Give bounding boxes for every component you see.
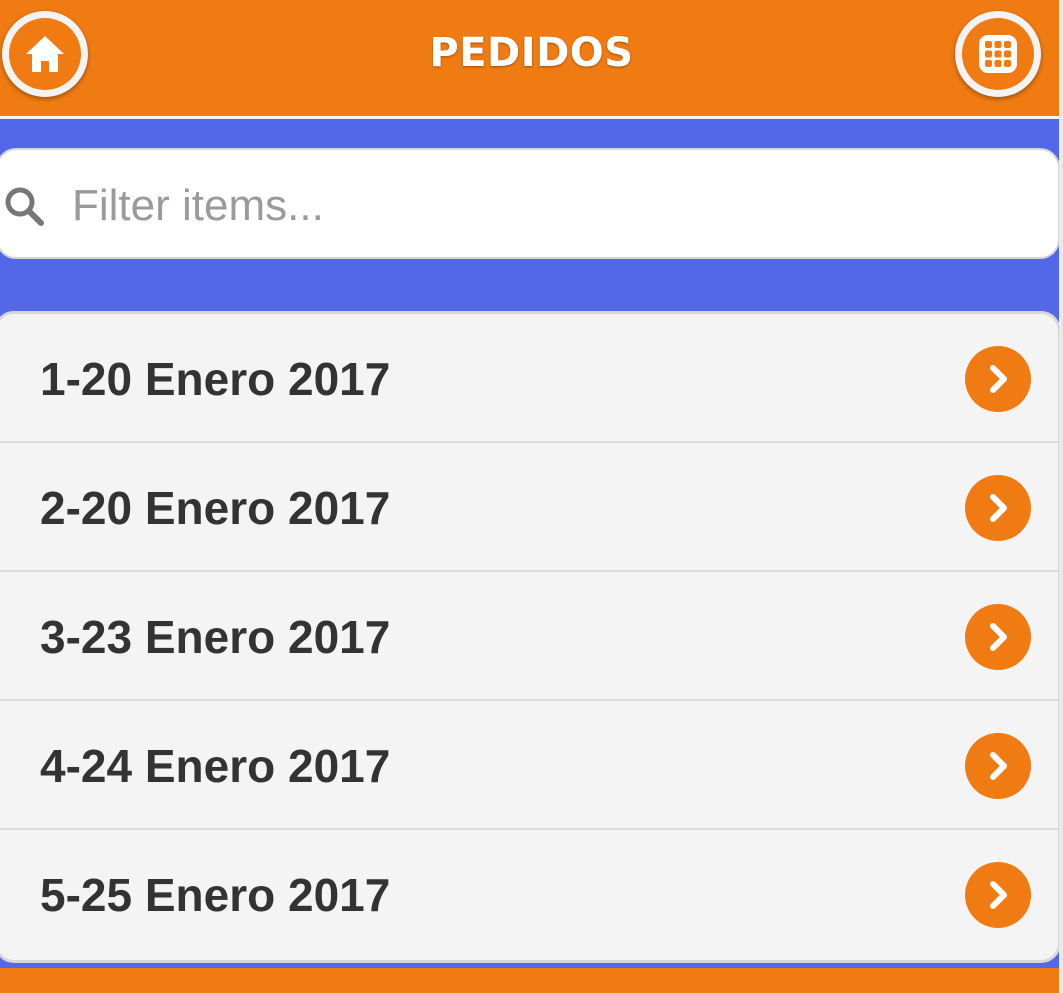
search-icon — [5, 187, 44, 226]
page-title: PEDIDOS — [429, 30, 634, 76]
list-item[interactable]: 5-25 Enero 2017 — [0, 830, 1058, 959]
grid-menu-button-inner — [962, 18, 1034, 90]
list-item[interactable]: 2-20 Enero 2017 — [0, 443, 1058, 572]
search-input[interactable] — [70, 170, 1034, 242]
list-item-label: 5-25 Enero 2017 — [40, 869, 391, 921]
grid-menu-icon — [979, 35, 1017, 73]
list-item-label: 4-24 Enero 2017 — [40, 740, 391, 792]
scroll-edge — [1059, 0, 1063, 993]
chevron-right-icon — [965, 862, 1031, 928]
app-screen: PEDIDOS Filter items... 1-20 Enero 2017 … — [0, 0, 1063, 993]
list-item-label: 2-20 Enero 2017 — [40, 482, 391, 534]
list-item-label: 3-23 Enero 2017 — [40, 611, 391, 663]
list-item-label: 1-20 Enero 2017 — [40, 353, 391, 405]
orders-list: 1-20 Enero 2017 2-20 Enero 2017 3-23 Ene… — [0, 311, 1061, 963]
list-item[interactable]: 4-24 Enero 2017 — [0, 701, 1058, 830]
list-item[interactable]: 1-20 Enero 2017 — [0, 314, 1058, 443]
chevron-right-icon — [965, 604, 1031, 670]
header-bar: PEDIDOS — [0, 0, 1063, 119]
chevron-right-icon — [965, 346, 1031, 412]
chevron-right-icon — [965, 475, 1031, 541]
footer-bar — [0, 968, 1063, 993]
chevron-right-icon — [965, 733, 1031, 799]
list-item[interactable]: 3-23 Enero 2017 — [0, 572, 1058, 701]
search-bar — [0, 148, 1060, 259]
grid-menu-button[interactable] — [955, 11, 1041, 97]
